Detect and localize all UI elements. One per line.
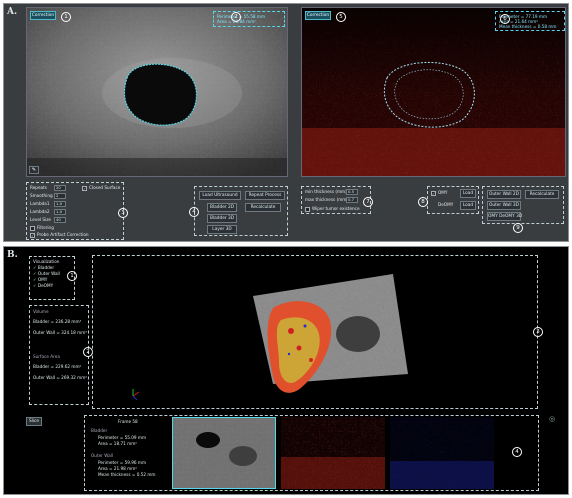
bladder-2d-button[interactable]: Bladder 2D: [207, 203, 237, 212]
wiper-checkbox[interactable]: [305, 207, 310, 212]
min-thickness-field[interactable]: 0.5: [346, 189, 358, 195]
callout-b4: 4: [512, 447, 522, 457]
recalculate-button[interactable]: Recalculate: [245, 203, 281, 212]
callout-b3: 3: [533, 327, 543, 337]
probe-artifact-checkbox[interactable]: ✓: [30, 233, 35, 238]
correction-button-left[interactable]: Correction: [30, 11, 56, 20]
param-field-repeats[interactable]: 20: [54, 185, 66, 191]
min-thickness-label: min thickness (mm): [305, 189, 347, 194]
omy-load-button[interactable]: Load: [460, 189, 476, 198]
outer-wall-2d-button[interactable]: Outer Wall 2D: [487, 190, 521, 199]
omy-load-box: ✓ OMY Load DeOMY Load: [427, 186, 479, 214]
callout-9: 9: [513, 223, 523, 233]
param-label-level-size: Level Size: [30, 217, 51, 222]
correction-button-right[interactable]: Correction: [305, 11, 331, 20]
param-field-smoothing[interactable]: 2: [54, 193, 66, 199]
param-field-lambda2[interactable]: 1.0: [54, 209, 66, 215]
legend-item-deomy[interactable]: ✓ DeOMY: [33, 283, 71, 289]
param-label-repeats: Repeats: [30, 185, 47, 190]
processing-buttons-box: Load Ultrasound Repeat Process Bladder 2…: [194, 186, 288, 236]
callout-4: 4: [189, 207, 199, 217]
param-field-lambda1[interactable]: 1.0: [54, 201, 66, 207]
frame-bladder-area: Area = 18.71 mm²: [98, 441, 137, 446]
panel-a: A. Correction Perimeter = 55.58 mm Area …: [3, 3, 569, 242]
filtering-label: Filtering: [37, 225, 54, 230]
panel-b-label: B.: [7, 250, 18, 260]
surface-title: Surface Area: [33, 354, 60, 359]
bladder-volume: Bladder = 236.28 mm³: [33, 319, 82, 324]
frame-wall-title: Outer Wall: [91, 453, 113, 458]
max-thickness-label: max thickness (mm): [305, 197, 348, 202]
callout-b1: 1: [67, 271, 77, 281]
wiper-label: Wiper tumor existence: [312, 206, 360, 211]
panel-b: B. Visualization ✓ Bladder ✓ Outer Wall …: [3, 246, 569, 495]
outer-wall-surface: Outer Wall = 269.32 mm²: [33, 375, 87, 380]
3d-rendering: [132, 274, 408, 401]
filtering-checkbox[interactable]: [30, 226, 35, 231]
thumbnail-grayscale-image: [173, 418, 275, 488]
thumbnail-blue[interactable]: [390, 417, 494, 489]
frame-wall-thickness: Mean thickness = 0.52 mm: [98, 472, 156, 477]
param-field-level-size[interactable]: 40: [54, 217, 66, 223]
layer-3d-button[interactable]: Layer 3D: [207, 225, 237, 234]
deomy-load-button[interactable]: Load: [460, 201, 476, 210]
outer-wall-volume: Outer Wall = 324.18 mm³: [33, 330, 87, 335]
eye-icon[interactable]: ◎: [549, 415, 561, 423]
red-ultrasound-image: [302, 8, 565, 176]
right-ultrasound-view[interactable]: Correction Perimeter = 77.19 mm Area = 2…: [301, 7, 566, 177]
left-readout-box: Perimeter = 55.58 mm Area = 28.84 mm²: [213, 11, 285, 27]
right-mean-thickness: Mean thickness = 0.58 mm: [499, 24, 557, 29]
omy-checkbox[interactable]: ✓: [431, 191, 436, 196]
segmentation-params-box: Repeats 20 Smoothing 2 Lambda1 1.0 Lambd…: [26, 182, 124, 240]
max-thickness-field[interactable]: 0.7: [346, 197, 358, 203]
callout-5: 5: [336, 12, 346, 22]
load-ultrasound-button[interactable]: Load Ultrasound: [199, 191, 241, 200]
callout-1: 1: [61, 12, 71, 22]
left-view-corner-icon[interactable]: ✎: [29, 166, 39, 174]
thumbnail-red[interactable]: [281, 417, 385, 489]
thickness-box: min thickness (mm) 0.5 max thickness (mm…: [301, 186, 371, 214]
param-label-lambda2: Lambda2: [30, 209, 50, 214]
callout-7: 7: [363, 197, 373, 207]
slice-button[interactable]: Slice: [26, 417, 42, 426]
axes-gizmo: [132, 389, 140, 401]
deomy-label: DeOMY: [438, 202, 454, 207]
panel-a-label: A.: [7, 7, 18, 17]
thumbnail-blue-image: [390, 417, 494, 489]
bladder-surface: Bladder = 229.62 mm²: [33, 364, 82, 369]
left-ultrasound-view[interactable]: Correction Perimeter = 55.58 mm Area = 2…: [26, 7, 288, 177]
frame-info: Frame 58 Bladder Perimeter = 55.09 mm Ar…: [88, 419, 168, 489]
repeat-process-button[interactable]: Repeat Process: [245, 191, 285, 200]
callout-6: 6: [500, 14, 510, 24]
volume-title: Volume: [33, 309, 49, 314]
probe-artifact-label: Probe Artifact Correction: [37, 232, 89, 237]
thumbnail-grayscale[interactable]: [172, 417, 276, 489]
omy-label: OMY: [438, 190, 448, 195]
param-label-smoothing: Smoothing: [30, 193, 53, 198]
bladder-3d-button[interactable]: Bladder 3D: [207, 214, 237, 223]
closed-surface-label: Closed Surface: [89, 185, 121, 190]
param-label-lambda1: Lambda1: [30, 201, 50, 206]
outer-wall-3d-button[interactable]: Outer Wall 3D: [487, 201, 521, 210]
callout-3: 3: [118, 208, 128, 218]
outer-wall-buttons-box: Outer Wall 2D Recalculate Outer Wall 3D …: [482, 186, 564, 224]
omy-deomy-3d-button[interactable]: OMY DeOMY 3D: [487, 212, 522, 221]
callout-2: 2: [231, 12, 241, 22]
wall-recalculate-button[interactable]: Recalculate: [525, 190, 559, 199]
frame-bladder-title: Bladder: [91, 428, 108, 433]
frame-strip-box: Frame 58 Bladder Perimeter = 55.09 mm Ar…: [84, 415, 539, 491]
3d-view-box[interactable]: [92, 255, 538, 409]
grayscale-ultrasound-image: [27, 8, 287, 176]
frame-title: Frame 58: [118, 419, 138, 424]
closed-surface-checkbox[interactable]: ✓: [82, 186, 87, 191]
callout-8: 8: [418, 197, 428, 207]
left-area: Area = 28.84 mm²: [217, 19, 256, 24]
thumbnail-red-image: [281, 417, 385, 489]
volume-surface-box: Volume Bladder = 236.28 mm³ Outer Wall =…: [29, 305, 89, 405]
